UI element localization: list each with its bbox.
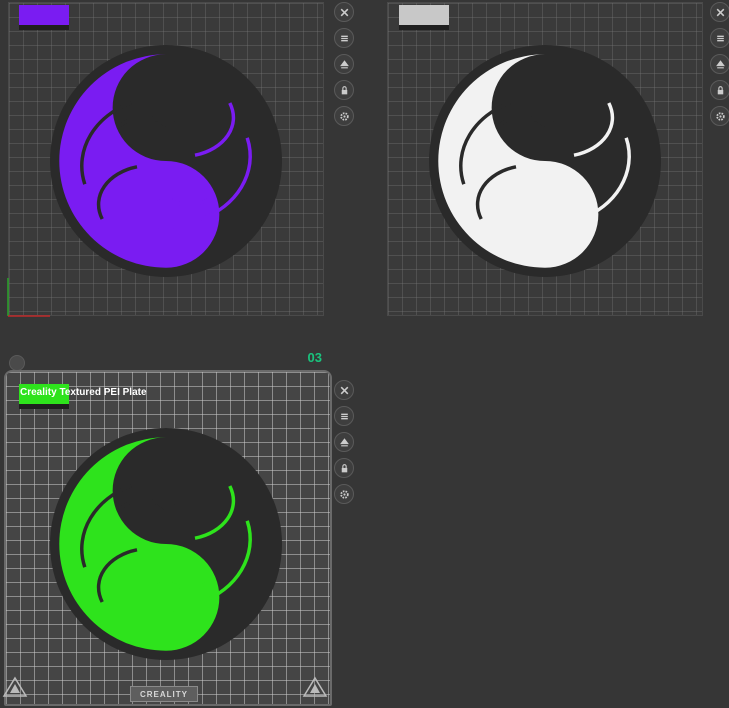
close-icon[interactable] [334,2,354,22]
warning-triangle-icon [2,676,28,697]
plate-number: 03 [307,350,322,365]
lock-icon[interactable] [334,80,354,100]
gear-icon[interactable] [710,106,729,126]
plate-1-toolbar [334,2,354,126]
arrange-icon[interactable] [334,432,354,452]
edit-plate-name-icon[interactable] [9,355,25,371]
plate-3-model[interactable] [50,428,282,660]
gear-icon[interactable] [334,484,354,504]
yin-yang-rose-model [50,45,282,277]
arrange-icon[interactable] [710,54,729,74]
arrange-icon[interactable] [334,54,354,74]
close-icon[interactable] [710,2,729,22]
plate-3-toolbar [334,380,354,504]
lock-icon[interactable] [710,80,729,100]
list-icon[interactable] [334,406,354,426]
plate-type-label: Creality Textured PEI Plate [20,387,147,398]
plate-2-model[interactable] [429,45,661,277]
yin-yang-rose-model [429,45,661,277]
list-icon[interactable] [334,28,354,48]
list-icon[interactable] [710,28,729,48]
plate-2-filament-swatch[interactable] [399,5,449,30]
plate-1-filament-swatch[interactable] [19,5,69,30]
plate-brand-logo: CREALITY [130,686,198,702]
warning-triangle-icon [302,676,328,697]
yin-yang-rose-model [50,428,282,660]
lock-icon[interactable] [334,458,354,478]
axis-indicator [7,278,50,317]
close-icon[interactable] [334,380,354,400]
plate-2-toolbar [710,2,729,126]
plate-1-model[interactable] [50,45,282,277]
gear-icon[interactable] [334,106,354,126]
